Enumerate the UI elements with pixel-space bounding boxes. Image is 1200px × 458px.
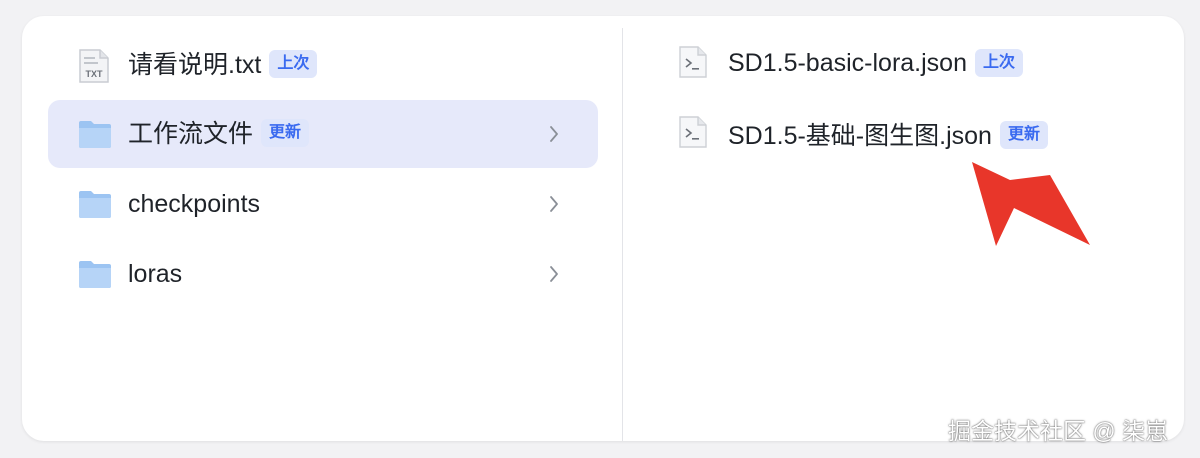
terminal-file-icon [678,45,708,84]
svg-text:TXT: TXT [86,69,104,79]
recent-badge: 上次 [975,48,1024,77]
updated-badge: 更新 [261,119,310,148]
list-item-label: SD1.5-basic-lora.json [728,49,967,78]
list-item-loras-folder[interactable]: loras [48,240,598,308]
recent-badge: 上次 [269,50,318,79]
watermark: 掘金技术社区 @ 柒崽 [948,418,1169,444]
folder-icon [78,187,112,226]
left-pane: TXT 请看说明.txt 上次 工作流文件 更新 checkpoints lor… [22,16,622,441]
list-item-label: loras [128,260,183,288]
txt-file-icon: TXT [78,48,110,89]
chevron-right-icon [548,124,560,149]
list-item-checkpoints-folder[interactable]: checkpoints [48,170,598,238]
updated-badge: 更新 [999,121,1048,150]
list-item-label: 工作流文件 [128,120,254,148]
list-item-json-file[interactable]: SD1.5-basic-lora.json 上次 [678,32,1024,96]
list-item-label: SD1.5-基础-图生图.json [728,122,992,150]
chevron-right-icon [548,194,560,219]
list-item-workflow-folder[interactable]: 工作流文件 更新 [48,100,598,168]
terminal-file-icon [678,115,708,154]
chevron-right-icon [548,264,560,289]
list-item-label: 请看说明.txt [128,51,262,79]
list-item-label: checkpoints [128,190,261,218]
red-arrow-icon [946,152,1106,257]
folder-icon [78,257,112,296]
folder-icon [78,117,112,156]
list-item-readme[interactable]: TXT 请看说明.txt 上次 [48,31,598,99]
